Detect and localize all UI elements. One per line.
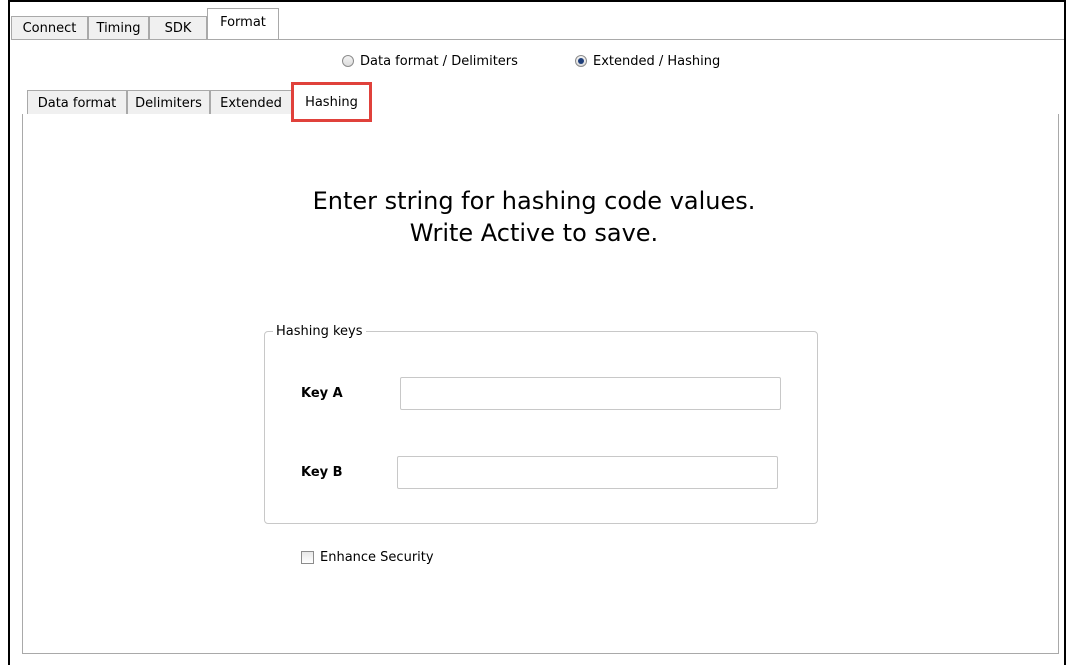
tab-delimiters[interactable]: Delimiters: [127, 90, 210, 115]
hashing-keys-legend: Hashing keys: [273, 324, 366, 339]
radio-circle-checked[interactable]: [575, 55, 587, 67]
radio-extended-hashing[interactable]: Extended / Hashing: [575, 52, 720, 70]
radio-label: Extended / Hashing: [593, 53, 721, 69]
key-b-label: Key B: [301, 465, 343, 480]
key-a-label: Key A: [301, 386, 343, 401]
hashing-keys-group: [264, 331, 818, 524]
enhance-security-label: Enhance Security: [320, 550, 434, 565]
window-frame-top: [8, 0, 1066, 2]
tab-sdk[interactable]: SDK: [149, 16, 207, 40]
tab-extended[interactable]: Extended: [210, 90, 292, 115]
message-line-1: Enter string for hashing code values.: [312, 187, 756, 215]
enhance-security-option[interactable]: Enhance Security: [301, 550, 434, 565]
window-frame-left: [8, 0, 10, 665]
instruction-message: Enter string for hashing code values. Wr…: [0, 185, 1068, 249]
message-line-2: Write Active to save.: [409, 219, 659, 247]
radio-label: Data format / Delimiters: [360, 53, 518, 69]
tab-timing[interactable]: Timing: [88, 16, 149, 40]
tab-hashing[interactable]: Hashing: [291, 82, 372, 122]
window-frame-right: [1064, 0, 1066, 665]
key-a-input[interactable]: [400, 377, 781, 410]
key-b-input[interactable]: [397, 456, 778, 489]
top-tab-divider: [11, 39, 1064, 40]
tab-data-format[interactable]: Data format: [27, 90, 127, 115]
tab-connect[interactable]: Connect: [11, 16, 88, 40]
enhance-security-checkbox[interactable]: [301, 551, 314, 564]
radio-circle[interactable]: [342, 55, 354, 67]
radio-data-format-delimiters[interactable]: Data format / Delimiters: [342, 52, 518, 70]
tab-format[interactable]: Format: [207, 8, 279, 40]
